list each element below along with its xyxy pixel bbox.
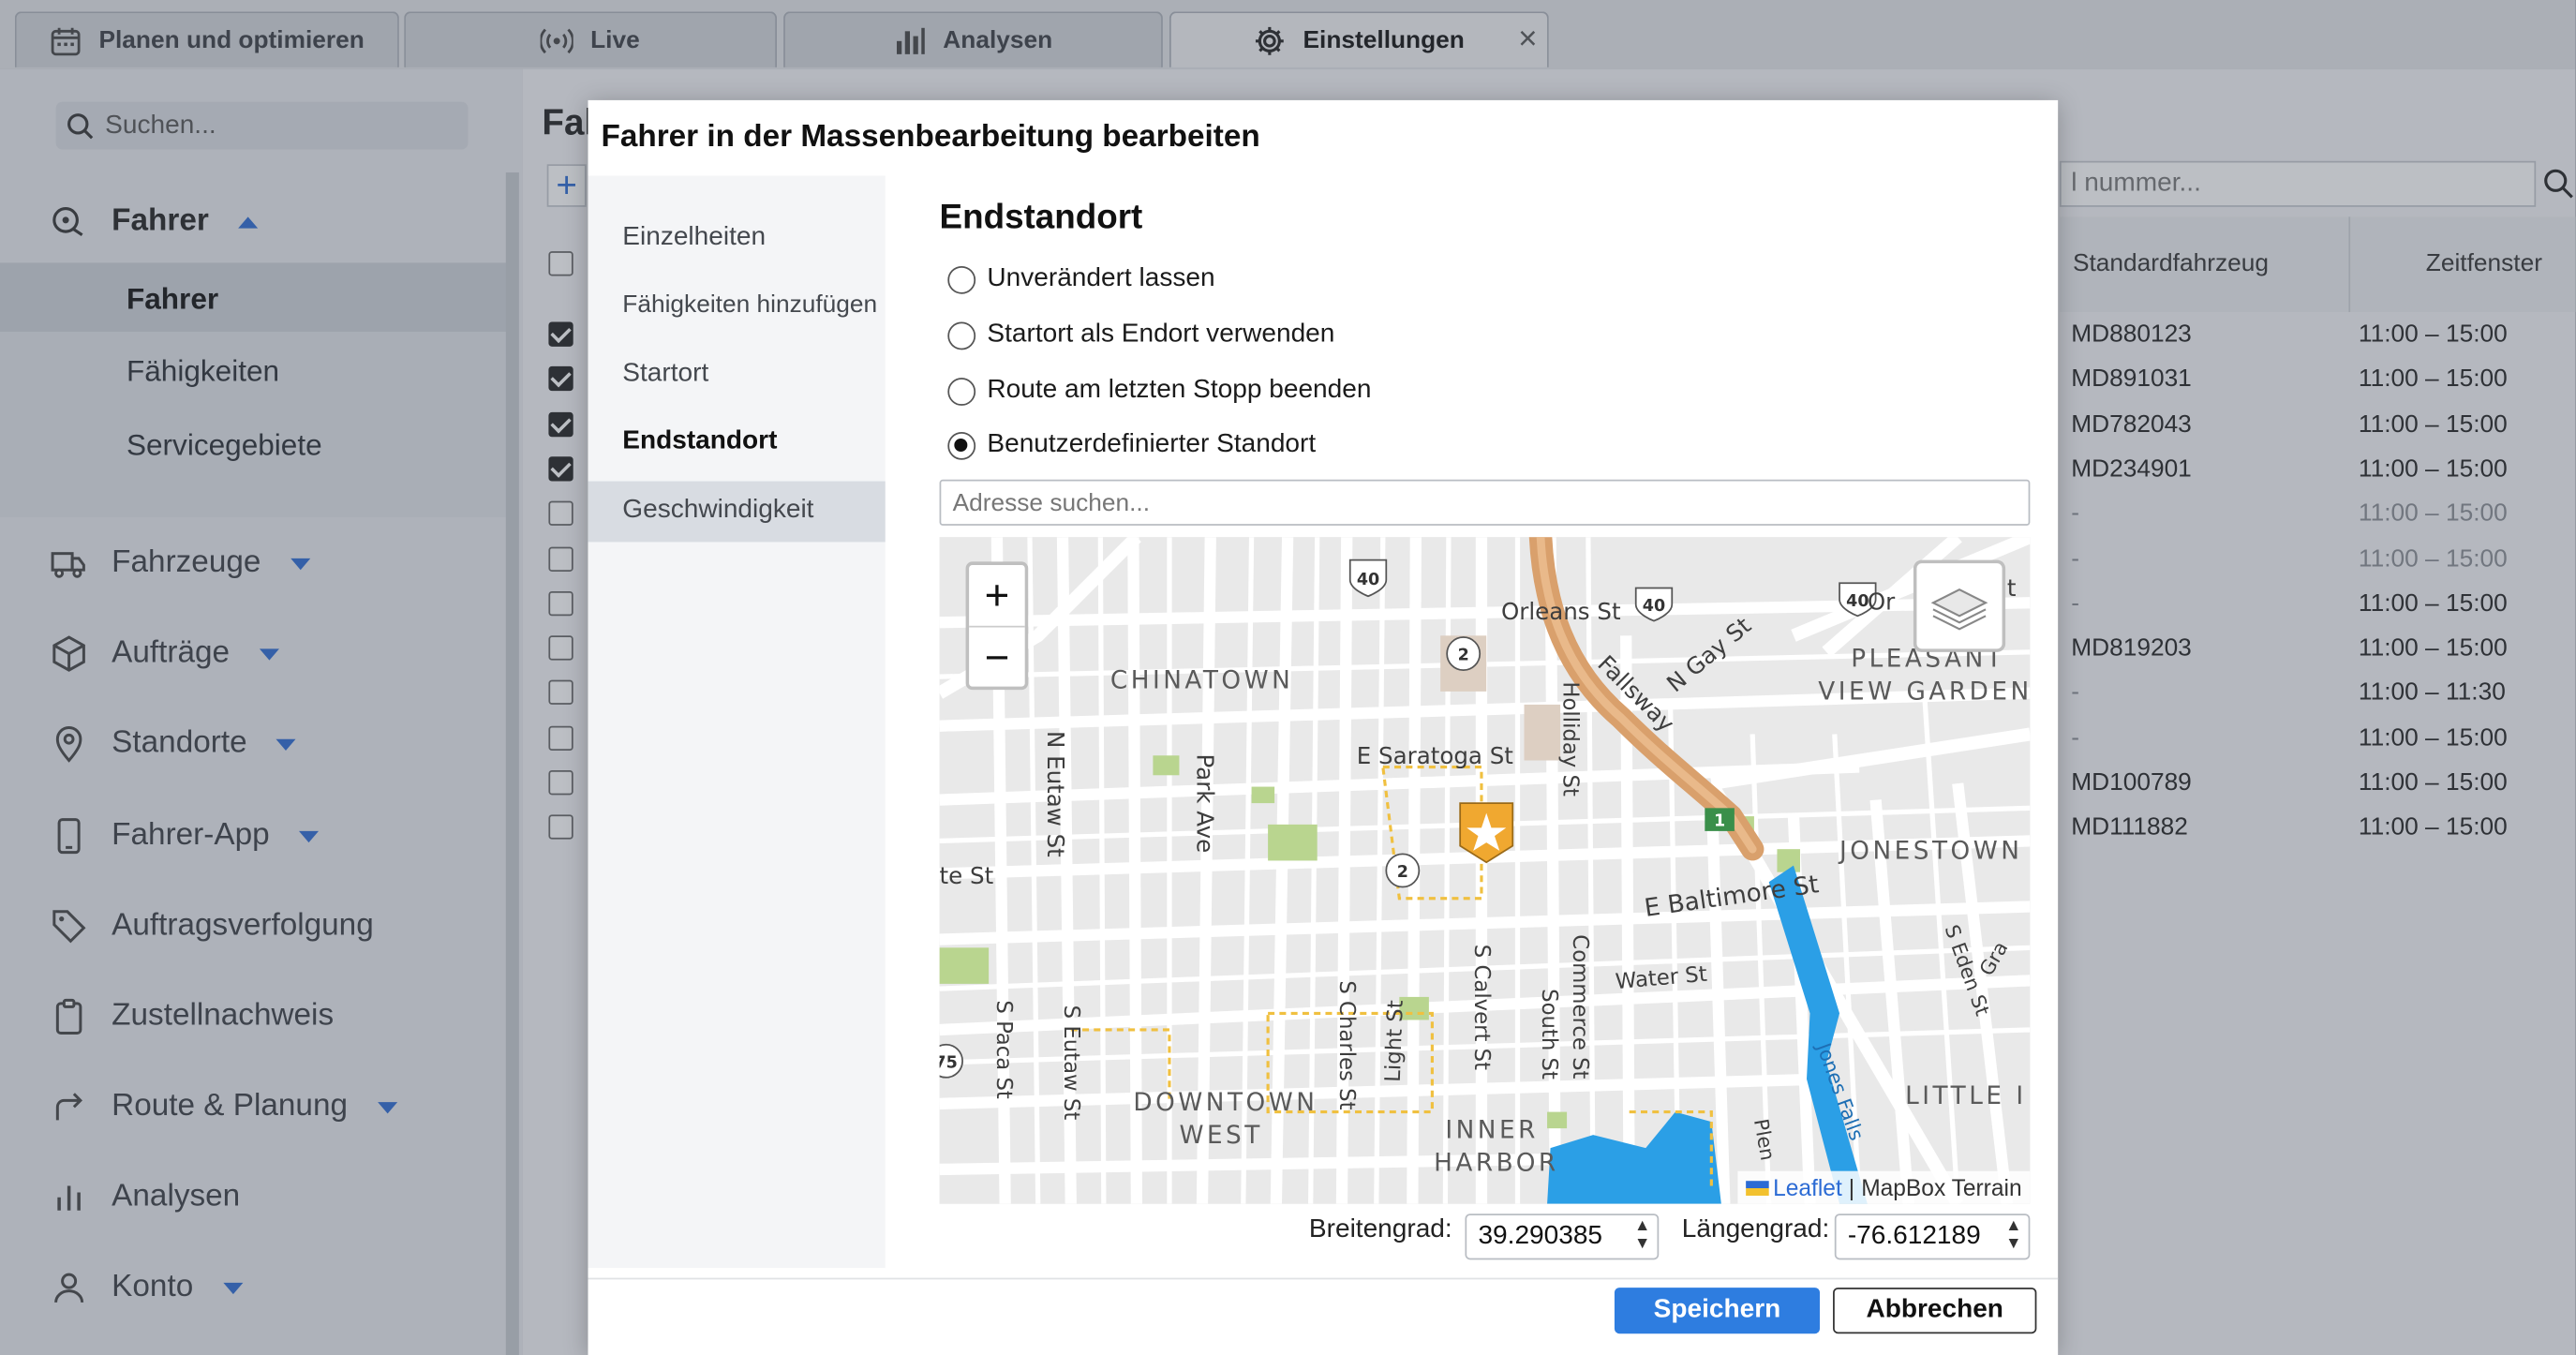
shield-label: 40 [1357, 571, 1379, 589]
shield-label: 75 [940, 1053, 958, 1072]
radio-unveraendert[interactable]: Unverändert lassen [947, 264, 1215, 294]
shield-label: 40 [1846, 592, 1869, 611]
radio-label: Route am letzten Stopp beenden [987, 376, 1372, 405]
map-label: S Calvert St [1469, 945, 1494, 1070]
longitude-label: Längengrad: [1681, 1215, 1830, 1243]
latitude-value: 39.290385 [1478, 1222, 1603, 1250]
map-label: DOWNTOWN [1133, 1089, 1318, 1117]
section-title: Endstandort [939, 199, 1143, 237]
shield-label: 1 [1714, 812, 1725, 831]
map-label: S Eutaw St [1059, 1005, 1083, 1121]
map-label: Holliday St [1558, 681, 1583, 797]
map-label: WEST [1179, 1122, 1262, 1150]
zoom-control: + − [965, 561, 1029, 691]
map-label: South St [1537, 989, 1561, 1080]
radio-startort-als-endort[interactable]: Startort als Endort verwenden [947, 320, 1334, 350]
shield-label: 40 [1643, 597, 1665, 616]
latitude-label: Breitengrad: [1308, 1215, 1452, 1243]
map-label: Commerce St [1568, 934, 1592, 1079]
tile-provider-label: MapBox Terrain [1861, 1174, 2022, 1201]
shield-label: 2 [1397, 863, 1408, 882]
dialog-footer-divider [588, 1277, 2059, 1280]
dialog-nav-einzelheiten[interactable]: Einzelheiten [622, 223, 766, 253]
attribution-separator: | [1848, 1174, 1855, 1201]
shield-label: 2 [1458, 647, 1469, 665]
flag-icon [1745, 1180, 1768, 1196]
radio-button[interactable] [947, 265, 976, 293]
bulk-edit-drivers-dialog: Fahrer in der Massenbearbeitung bearbeit… [588, 99, 2059, 1355]
map-label: S Paca St [991, 1000, 1016, 1098]
map-label: te St [940, 862, 994, 889]
radio-button[interactable] [947, 377, 976, 406]
layers-icon [1930, 588, 1988, 631]
leaflet-label: Leaflet [1773, 1174, 1842, 1201]
radio-letzter-stopp[interactable]: Route am letzten Stopp beenden [947, 376, 1371, 406]
layers-button[interactable] [1913, 559, 2006, 652]
stepper-icon[interactable]: ▲ ▼ [2003, 1217, 2026, 1257]
stepper-icon[interactable]: ▲ ▼ [1630, 1217, 1654, 1257]
route-shield-1: 1 [1705, 808, 1735, 831]
map-label: Park Ave [1192, 754, 1219, 854]
map-label: INNER [1445, 1117, 1538, 1145]
dialog-nav-endstandort[interactable]: Endstandort [622, 427, 777, 457]
radio-label: Unverändert lassen [987, 264, 1215, 292]
map-label: HARBOR [1434, 1150, 1559, 1178]
cancel-button[interactable]: Abbrechen [1833, 1288, 2037, 1334]
map-attribution: Leaflet | MapBox Terrain [1736, 1170, 2031, 1204]
radio-button-selected[interactable] [947, 431, 976, 459]
map[interactable]: 40 40 40 2 2 1 75 CHINATOWN Orleans St O… [939, 537, 2031, 1204]
map-label: E Saratoga St [1357, 742, 1514, 769]
save-button[interactable]: Speichern [1614, 1288, 1821, 1334]
map-label: LITTLE I [1905, 1082, 2026, 1110]
dialog-nav: Einzelheiten Fähigkeiten hinzufügen Star… [588, 175, 886, 1269]
longitude-input[interactable]: -76.612189 ▲ ▼ [1834, 1214, 2031, 1260]
map-label: N Eutaw St [1042, 731, 1069, 857]
address-search-input[interactable]: Adresse suchen... [939, 479, 2031, 526]
map-label: t [2007, 574, 2017, 602]
map-label: Light St [1381, 1000, 1408, 1082]
radio-benutzerdefiniert[interactable]: Benutzerdefinierter Standort [947, 430, 1316, 460]
map-label: VIEW GARDENS [1818, 678, 2030, 707]
radio-button[interactable] [947, 320, 976, 350]
longitude-value: -76.612189 [1847, 1222, 1981, 1250]
map-label: Or [1868, 588, 1896, 615]
dialog-nav-startort[interactable]: Startort [622, 360, 708, 390]
latitude-input[interactable]: 39.290385 ▲ ▼ [1465, 1214, 1660, 1260]
dialog-nav-geschwindigkeit[interactable]: Geschwindigkeit [622, 496, 813, 526]
map-label: Orleans St [1501, 598, 1621, 625]
app-window: Planen und optimieren Live Analysen Eins… [0, 0, 2576, 1355]
route-shield-2: 2 [1446, 636, 1482, 671]
dialog-title: Fahrer in der Massenbearbeitung bearbeit… [601, 119, 1260, 155]
route-shield-2: 2 [1385, 853, 1421, 888]
zoom-in-button[interactable]: + [969, 565, 1025, 626]
map-label: S Charles St [1334, 980, 1359, 1109]
zoom-out-button[interactable]: − [969, 625, 1025, 689]
leaflet-link[interactable]: Leaflet [1745, 1174, 1842, 1201]
radio-label: Startort als Endort verwenden [987, 320, 1335, 349]
map-tiles[interactable]: 40 40 40 2 2 1 75 CHINATOWN Orleans St O… [939, 537, 2031, 1204]
dialog-nav-faehigkeiten[interactable]: Fähigkeiten hinzufügen [622, 290, 877, 319]
map-label: JONESTOWN [1838, 838, 2022, 866]
radio-label: Benutzerdefinierter Standort [987, 430, 1317, 459]
map-label: CHINATOWN [1110, 666, 1293, 694]
